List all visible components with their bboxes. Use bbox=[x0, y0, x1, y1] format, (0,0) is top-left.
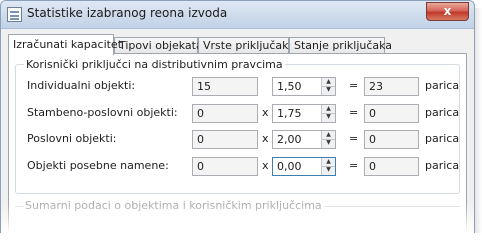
factor-spinner-posebne-namene[interactable]: 0,00 ▲ ▼ bbox=[272, 157, 336, 176]
group-title: Korisnički priključci na distributivnim … bbox=[24, 58, 285, 71]
result-field-individualni: 23 bbox=[364, 77, 419, 96]
row-label-individualni: Individualni objekti: bbox=[27, 79, 136, 92]
equals-sign: = bbox=[349, 159, 359, 172]
equals-sign: = bbox=[349, 106, 359, 119]
tab-stanje-prikljucaka[interactable]: Stanje priključaka bbox=[289, 37, 392, 54]
factor-value: 1,75 bbox=[277, 107, 302, 120]
result-field-stambeno-poslovni: 0 bbox=[364, 104, 419, 123]
count-field-posebne-namene: 0 bbox=[192, 157, 258, 176]
title-bar[interactable]: Statistike izabranog reona izvoda x bbox=[1, 1, 474, 29]
row-label-posebne-namene: Objekti posebne namene: bbox=[27, 159, 169, 172]
spin-down-icon[interactable]: ▼ bbox=[322, 86, 335, 94]
factor-value: 0,00 bbox=[277, 160, 302, 173]
result-field-posebne-namene: 0 bbox=[364, 157, 419, 176]
app-window-icon bbox=[7, 7, 22, 22]
spinner-buttons: ▲ ▼ bbox=[321, 78, 335, 95]
factor-spinner-poslovni[interactable]: 2,00 ▲ ▼ bbox=[272, 130, 336, 149]
spinner-buttons: ▲ ▼ bbox=[321, 105, 335, 122]
row-label-poslovni: Poslovni objekti: bbox=[27, 132, 117, 145]
equals-sign: = bbox=[349, 79, 359, 92]
row-label-stambeno-poslovni: Stambeno-poslovni objekti: bbox=[27, 106, 178, 119]
statistics-window: Statistike izabranog reona izvoda x Izra… bbox=[0, 0, 475, 233]
equals-sign: = bbox=[349, 132, 359, 145]
window-title: Statistike izabranog reona izvoda bbox=[27, 6, 228, 20]
tab-tipovi-objekata[interactable]: Tipovi objekata bbox=[114, 37, 203, 54]
spinner-buttons: ▲ ▼ bbox=[321, 158, 335, 175]
unit-label: parica bbox=[425, 106, 460, 119]
spin-down-icon[interactable]: ▼ bbox=[322, 139, 335, 147]
close-icon: x bbox=[443, 4, 452, 18]
connections-group: Korisnički priključci na distributivnim … bbox=[15, 58, 460, 194]
factor-spinner-individualni[interactable]: 1,50 ▲ ▼ bbox=[272, 77, 336, 96]
multiply-sign: x bbox=[262, 159, 269, 172]
unit-label: parica bbox=[425, 132, 460, 145]
tab-izracunati-kapacitet[interactable]: Izračunati kapacitet bbox=[8, 34, 122, 55]
spinner-buttons: ▲ ▼ bbox=[321, 131, 335, 148]
spin-down-icon[interactable]: ▼ bbox=[322, 166, 335, 174]
result-field-poslovni: 0 bbox=[364, 130, 419, 149]
factor-value: 1,50 bbox=[277, 80, 302, 93]
spin-down-icon[interactable]: ▼ bbox=[322, 113, 335, 121]
close-button[interactable]: x bbox=[426, 2, 469, 21]
count-field-individualni: 15 bbox=[192, 77, 258, 96]
multiply-sign: x bbox=[262, 132, 269, 145]
window-shadow bbox=[475, 8, 482, 233]
factor-value: 2,00 bbox=[277, 133, 302, 146]
multiply-sign: x bbox=[262, 106, 269, 119]
count-field-poslovni: 0 bbox=[192, 130, 258, 149]
unit-label: parica bbox=[425, 79, 460, 92]
unit-label: parica bbox=[425, 159, 460, 172]
bottom-fade bbox=[1, 203, 474, 233]
count-field-stambeno-poslovni: 0 bbox=[192, 104, 258, 123]
tab-vrste-prikljucaka[interactable]: Vrste priključaka bbox=[198, 37, 295, 54]
factor-spinner-stambeno-poslovni[interactable]: 1,75 ▲ ▼ bbox=[272, 104, 336, 123]
